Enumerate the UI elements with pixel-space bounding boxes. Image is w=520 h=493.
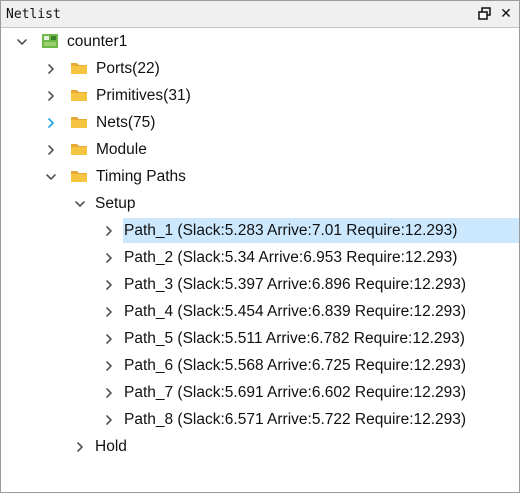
- chevron-right-icon[interactable]: [102, 271, 116, 298]
- tree-item-path[interactable]: Path_3 (Slack:5.397 Arrive:6.896 Require…: [1, 271, 519, 298]
- chevron-down-icon[interactable]: [73, 190, 87, 217]
- folder-icon: [70, 114, 88, 130]
- tree-item-label: counter1: [67, 33, 128, 50]
- tree-item-label: Path_4 (Slack:5.454 Arrive:6.839 Require…: [124, 303, 467, 320]
- chevron-right-icon[interactable]: [102, 379, 116, 406]
- netlist-tree: counter1 Ports(22) Primitives(31) Nets(75) M…: [1, 28, 519, 492]
- chevron-right-icon[interactable]: [44, 55, 58, 82]
- netlist-panel: Netlist ✕ counter1 Ports(22) Primitives(31…: [0, 0, 520, 493]
- panel-titlebar: Netlist ✕: [1, 1, 519, 28]
- tree-item-label: Nets(75): [96, 114, 156, 131]
- tree-item-path[interactable]: Path_1 (Slack:5.283 Arrive:7.01 Require:…: [1, 217, 519, 244]
- tree-item-path[interactable]: Path_8 (Slack:6.571 Arrive:5.722 Require…: [1, 406, 519, 433]
- folder-icon: [70, 60, 88, 76]
- tree-item-label: Hold: [95, 438, 127, 455]
- chevron-right-icon[interactable]: [44, 109, 58, 136]
- tree-item-folder[interactable]: Primitives(31): [1, 82, 519, 109]
- design-chip-icon: [41, 33, 59, 49]
- chevron-right-icon[interactable]: [102, 352, 116, 379]
- chevron-right-icon[interactable]: [44, 82, 58, 109]
- tree-item-label: Path_5 (Slack:5.511 Arrive:6.782 Require…: [124, 330, 465, 347]
- folder-icon: [70, 87, 88, 103]
- tree-item-path[interactable]: Path_2 (Slack:5.34 Arrive:6.953 Require:…: [1, 244, 519, 271]
- tree-item-folder[interactable]: Module: [1, 136, 519, 163]
- tree-item-path[interactable]: Path_6 (Slack:5.568 Arrive:6.725 Require…: [1, 352, 519, 379]
- chevron-right-icon[interactable]: [102, 217, 116, 244]
- tree-item-label: Path_1 (Slack:5.283 Arrive:7.01 Require:…: [124, 222, 458, 239]
- chevron-right-icon[interactable]: [102, 325, 116, 352]
- tree-item-path[interactable]: Path_4 (Slack:5.454 Arrive:6.839 Require…: [1, 298, 519, 325]
- tree-item-label: Setup: [95, 195, 136, 212]
- tree-item-label: Path_7 (Slack:5.691 Arrive:6.602 Require…: [124, 384, 467, 401]
- chevron-right-icon[interactable]: [73, 433, 87, 460]
- tree-item-label: Path_3 (Slack:5.397 Arrive:6.896 Require…: [124, 276, 467, 293]
- tree-item-root[interactable]: counter1: [1, 28, 519, 55]
- tree-item-path[interactable]: Path_7 (Slack:5.691 Arrive:6.602 Require…: [1, 379, 519, 406]
- tree-item-setup[interactable]: Setup: [1, 190, 519, 217]
- tree-item-folder[interactable]: Ports(22): [1, 55, 519, 82]
- tree-item-path[interactable]: Path_5 (Slack:5.511 Arrive:6.782 Require…: [1, 325, 519, 352]
- chevron-down-icon[interactable]: [44, 163, 58, 190]
- tree-item-label: Primitives(31): [96, 87, 191, 104]
- restore-window-icon[interactable]: [475, 4, 493, 22]
- tree-item-label: Path_6 (Slack:5.568 Arrive:6.725 Require…: [124, 357, 467, 374]
- tree-item-folder[interactable]: Timing Paths: [1, 163, 519, 190]
- chevron-down-icon[interactable]: [15, 28, 29, 55]
- tree-item-folder[interactable]: Nets(75): [1, 109, 519, 136]
- panel-title: Netlist: [6, 6, 61, 22]
- close-icon[interactable]: ✕: [497, 4, 515, 22]
- titlebar-buttons: ✕: [475, 4, 515, 22]
- folder-icon: [70, 141, 88, 157]
- tree-item-label: Module: [96, 141, 147, 158]
- chevron-right-icon[interactable]: [102, 406, 116, 433]
- chevron-right-icon[interactable]: [102, 298, 116, 325]
- tree-item-hold[interactable]: Hold: [1, 433, 519, 460]
- tree-item-label: Ports(22): [96, 60, 160, 77]
- tree-item-label: Timing Paths: [96, 168, 186, 185]
- chevron-right-icon[interactable]: [44, 136, 58, 163]
- tree-item-label: Path_2 (Slack:5.34 Arrive:6.953 Require:…: [124, 249, 458, 266]
- folder-icon: [70, 168, 88, 184]
- tree-item-label: Path_8 (Slack:6.571 Arrive:5.722 Require…: [124, 411, 467, 428]
- chevron-right-icon[interactable]: [102, 244, 116, 271]
